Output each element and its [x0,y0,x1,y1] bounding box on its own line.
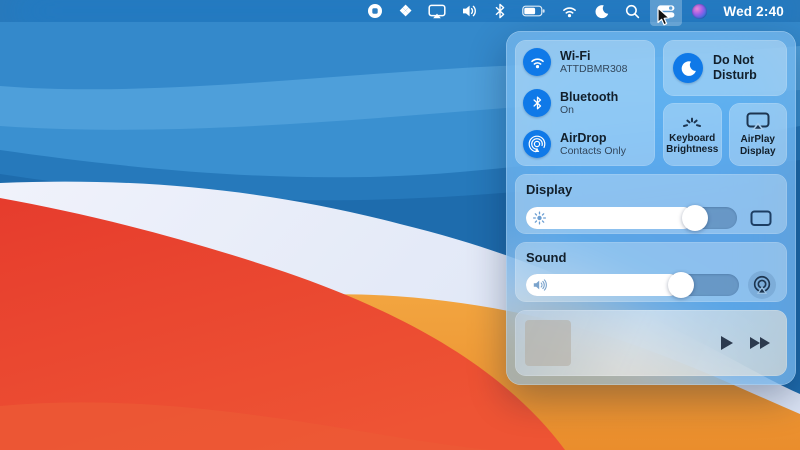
wifi-label: Wi-Fi [560,49,591,63]
battery-icon[interactable] [514,0,553,22]
bluetooth-icon [523,89,551,117]
display-section-title: Display [526,182,573,197]
do-not-disturb-icon [673,53,703,83]
sound-section-title: Sound [526,250,567,265]
bluetooth-label: Bluetooth [560,90,619,104]
desktop: ❖ Wed 2:40 Wi-Fi ATTDBMR308 Bluetooth On… [0,0,800,450]
sound-output-button[interactable] [748,271,776,299]
sound-volume-fill [526,274,682,296]
keyboard-brightness-line2: Brightness [666,144,719,155]
airplay-display-line1: AirPlay [740,134,775,145]
sound-volume-thumb[interactable] [668,272,695,298]
airplay-display-icon [746,112,770,130]
spotlight-icon[interactable] [617,0,648,22]
dnd-label-line2: Disturb [713,68,757,82]
control-center-panel: Wi-Fi ATTDBMR308 Bluetooth On AirDrop Co… [506,31,796,385]
connectivity-card: Wi-Fi ATTDBMR308 Bluetooth On AirDrop Co… [515,40,655,166]
display-brightness-slider[interactable] [526,205,737,231]
dnd-label-line1: Do Not [713,53,754,67]
sound-volume-slider[interactable] [526,272,739,298]
menu-bar-clock[interactable]: Wed 2:40 [715,4,784,19]
bluetooth-icon[interactable] [486,0,514,22]
wifi-icon [523,48,551,76]
play-icon [721,336,733,350]
airplay-display-button[interactable]: AirPlay Display [728,103,787,166]
menu-bar-status-items: ❖ Wed 2:40 [359,0,784,26]
display-icon [750,210,772,226]
keyboard-brightness-line1: Keyboard [669,132,716,144]
keyboard-brightness-button[interactable]: Keyboard Brightness [663,103,722,166]
wifi-toggle[interactable]: Wi-Fi ATTDBMR308 [523,48,647,76]
do-not-disturb-icon[interactable] [586,0,617,22]
display-brightness-thumb[interactable] [681,205,708,231]
bluetooth-status: On [560,104,575,116]
airplay-display-icon[interactable] [420,0,454,22]
album-art-placeholder [525,320,571,366]
battery-fill [524,7,536,15]
sound-section: Sound [515,242,787,302]
menu-bar: ❖ Wed 2:40 [0,0,800,26]
siri-icon[interactable] [684,0,715,22]
play-button[interactable] [719,335,734,351]
do-not-disturb-toggle[interactable]: Do Not Disturb [663,40,787,96]
airdrop-label: AirDrop [560,131,607,145]
airdrop-status: Contacts Only [560,145,626,157]
media-player-card [515,310,787,376]
keyboard-brightness-icon [683,117,702,127]
mouse-cursor [657,7,670,26]
brightness-sun-icon [533,211,546,225]
airdrop-toggle[interactable]: AirDrop Contacts Only [523,130,647,158]
airdrop-icon [523,130,551,158]
speaker-icon [533,279,548,291]
airplay-display-line2: Display [739,145,776,157]
airplay-audio-icon [753,275,771,294]
volume-icon[interactable] [454,0,486,22]
wifi-icon[interactable] [553,0,586,22]
display-section: Display [515,174,787,234]
dropbox-icon[interactable]: ❖ [391,0,420,22]
display-settings-button[interactable] [746,203,776,233]
display-brightness-fill [526,207,695,229]
record-icon[interactable] [359,0,391,22]
fast-forward-button[interactable] [749,336,771,350]
wifi-status: ATTDBMR308 [560,63,628,75]
fast-forward-icon [750,337,770,349]
bluetooth-toggle[interactable]: Bluetooth On [523,89,647,117]
